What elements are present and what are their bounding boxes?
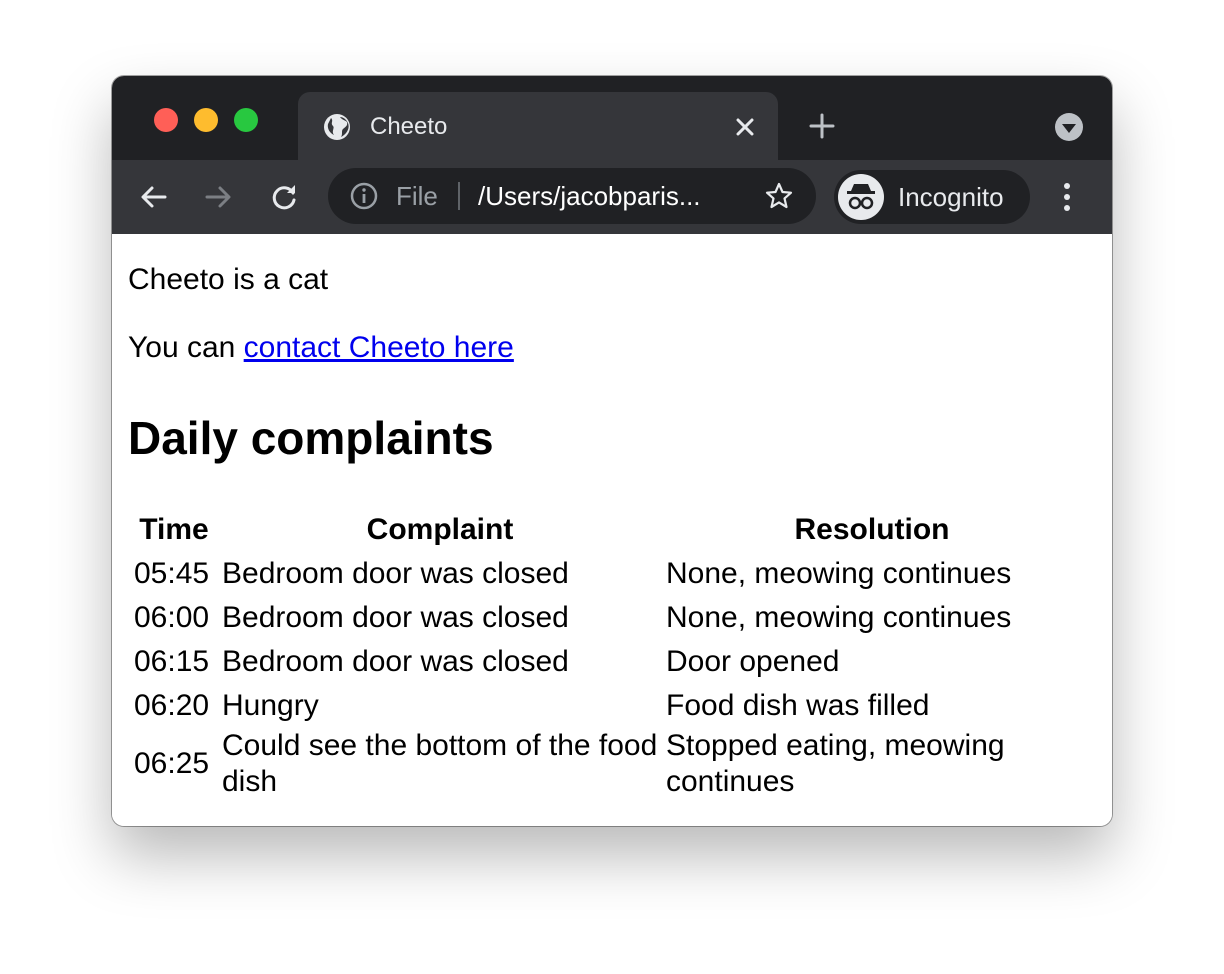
cell-resolution: Stopped eating, meowing continues [666, 729, 1005, 798]
contact-paragraph: You can contact Cheeto here [128, 330, 514, 366]
contact-prefix: You can [128, 331, 244, 364]
table-row: 06:20 Hungry Food dish was filled [132, 684, 1080, 728]
close-window-button[interactable] [154, 108, 178, 132]
back-arrow-icon[interactable] [138, 181, 170, 213]
cell-resolution: Door opened [666, 645, 840, 678]
close-tab-icon[interactable] [732, 114, 758, 140]
forward-arrow-icon[interactable] [202, 181, 234, 213]
globe-icon [324, 114, 350, 140]
incognito-profile-button[interactable]: Incognito [834, 170, 1030, 224]
new-tab-icon[interactable] [808, 112, 836, 140]
reload-icon[interactable] [268, 181, 300, 213]
address-bar[interactable]: File /Users/jacobparis... [328, 168, 816, 224]
contact-link[interactable]: contact Cheeto here [244, 331, 514, 364]
cell-complaint: Bedroom door was closed [222, 645, 569, 678]
cell-resolution: None, meowing continues [666, 601, 1012, 634]
cell-time: 05:45 [134, 557, 210, 590]
table-row: 06:25 Could see the bottom of the food d… [132, 728, 1080, 800]
cell-time: 06:25 [134, 747, 210, 780]
tab-title: Cheeto [370, 113, 448, 140]
cell-complaint: Bedroom door was closed [222, 557, 569, 590]
scheme-label: File [396, 181, 438, 211]
intro-text: Cheeto is a cat [128, 263, 329, 296]
cell-complaint: Bedroom door was closed [222, 601, 569, 634]
bookmark-star-icon[interactable] [764, 181, 794, 211]
cell-complaint: Could see the bottom of the food dish [222, 729, 658, 798]
url-text[interactable]: /Users/jacobparis... [478, 181, 701, 211]
toolbar: File /Users/jacobparis... Incognito [112, 160, 1112, 235]
column-header-resolution: Resolution [794, 513, 950, 546]
browser-window: Cheeto File /Users/jacobparis... Incogni… [112, 76, 1112, 826]
title-bar: Cheeto [112, 76, 1112, 160]
cell-complaint: Hungry [222, 689, 319, 722]
page-heading: Daily complaints [128, 412, 494, 464]
cell-time: 06:20 [134, 689, 210, 722]
page-content: Cheeto is a cat You can contact Cheeto h… [112, 234, 1112, 826]
column-header-time: Time [139, 513, 209, 546]
incognito-icon [838, 174, 884, 220]
profile-label: Incognito [898, 182, 1004, 212]
cell-time: 06:15 [134, 645, 210, 678]
table-row: 05:45 Bedroom door was closed None, meow… [132, 552, 1080, 596]
tab-cheeto[interactable]: Cheeto [298, 92, 778, 160]
cell-time: 06:00 [134, 601, 210, 634]
column-header-complaint: Complaint [366, 513, 514, 546]
address-divider [458, 182, 460, 210]
cell-resolution: Food dish was filled [666, 689, 930, 722]
table-row: 06:00 Bedroom door was closed None, meow… [132, 596, 1080, 640]
info-icon[interactable] [350, 182, 378, 210]
table-header-row: Time Complaint Resolution [132, 508, 1080, 552]
minimize-window-button[interactable] [194, 108, 218, 132]
more-menu-icon[interactable] [1052, 180, 1082, 214]
zoom-window-button[interactable] [234, 108, 258, 132]
cell-resolution: None, meowing continues [666, 557, 1012, 590]
tab-search-icon[interactable] [1054, 112, 1084, 142]
table-row: 06:15 Bedroom door was closed Door opene… [132, 640, 1080, 684]
complaints-table: Time Complaint Resolution 05:45 Bedroom … [128, 508, 1084, 800]
